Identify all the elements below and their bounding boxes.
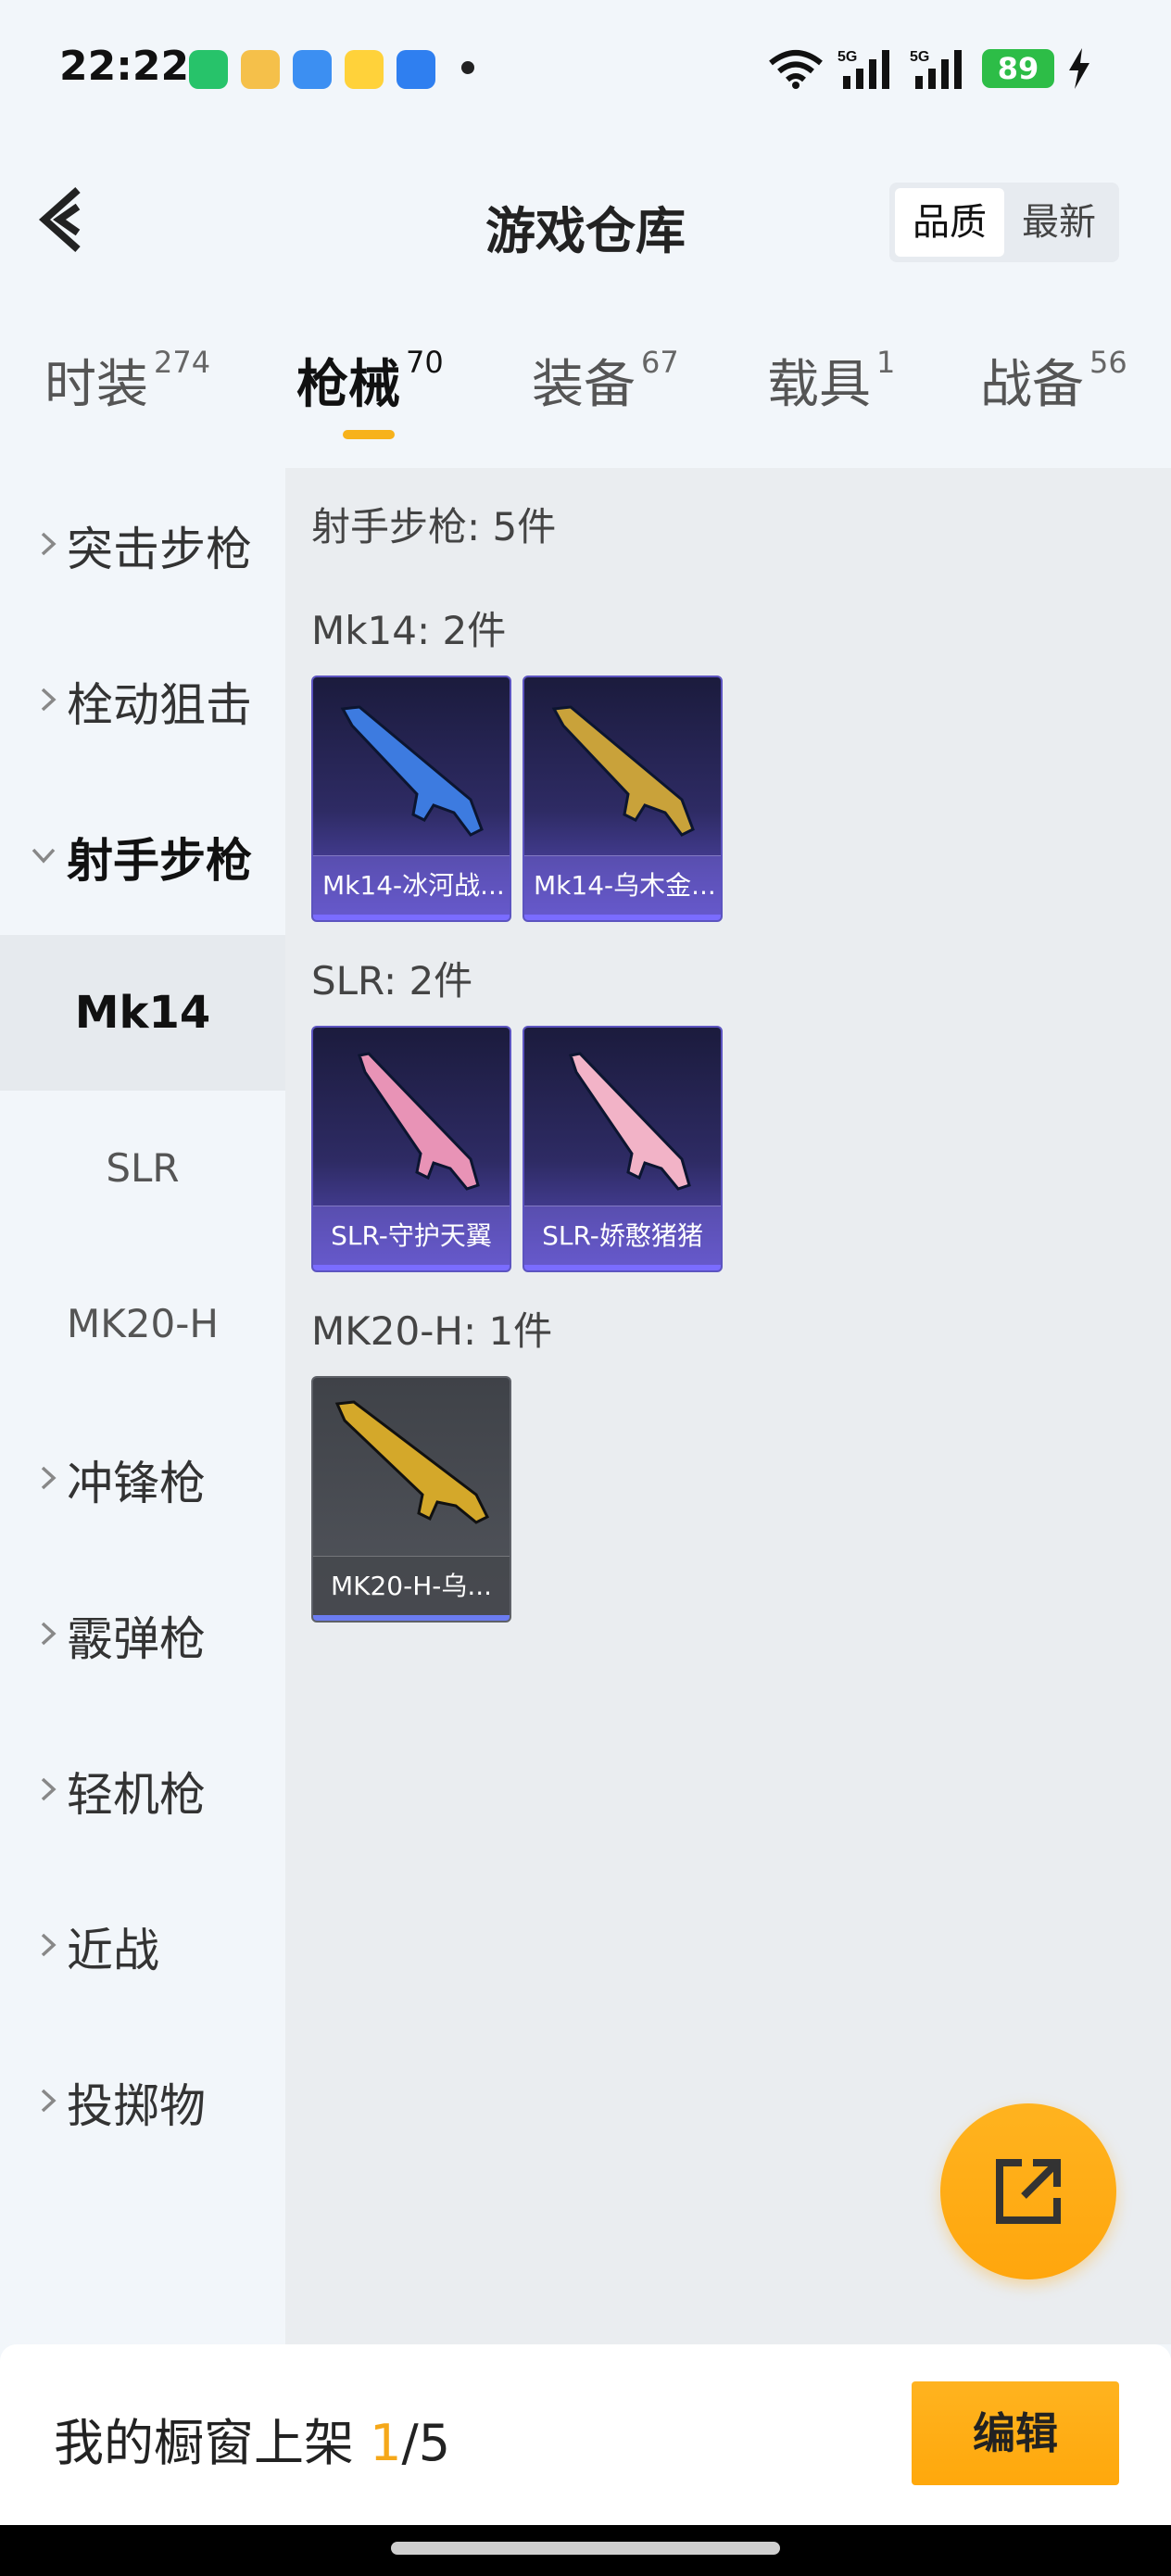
status-app-icons	[189, 50, 435, 89]
tab-count: 1	[876, 345, 896, 380]
battery-app-icon	[189, 50, 228, 89]
weapon-card[interactable]: SLR-守护天翼	[311, 1026, 511, 1272]
active-tab-indicator	[343, 430, 395, 439]
tab-label: 枪械	[296, 355, 400, 415]
tab-equipment[interactable]: 装备 67	[532, 343, 679, 418]
sidebar-item-lmg[interactable]: 轻机枪	[0, 1713, 285, 1869]
sidebar: 突击步枪 栓动狙击 射手步枪 Mk14 SLR MK20-H 冲锋枪 霰弹枪 轻…	[0, 468, 285, 2344]
sidebar-item-label: 霰弹枪	[67, 1612, 206, 1666]
notification-dot	[461, 61, 474, 74]
tab-label: 战备	[980, 355, 1084, 415]
card-title: MK20-H-乌...	[313, 1556, 510, 1615]
sidebar-item-throwables[interactable]: 投掷物	[0, 2025, 285, 2180]
chevron-right-icon	[0, 2087, 67, 2118]
chevron-right-icon	[0, 1464, 67, 1496]
category-summary: 射手步枪: 5件	[311, 504, 557, 549]
sidebar-item-label: 投掷物	[67, 2079, 206, 2133]
market-app-icon	[345, 50, 384, 89]
showcase-label: 我的橱窗上架	[54, 2414, 371, 2472]
item-grid: SLR-守护天翼 SLR-娇憨猪猪	[311, 1026, 723, 1272]
sidebar-item-label: 轻机枪	[67, 1768, 206, 1822]
group-title: MK20-H: 1件	[311, 1308, 553, 1354]
game-app-icon	[241, 50, 280, 89]
sort-latest-button[interactable]: 最新	[1004, 188, 1114, 257]
sidebar-subitem-slr[interactable]: SLR	[0, 1091, 285, 1246]
sidebar-item-assault-rifle[interactable]: 突击步枪	[0, 468, 285, 624]
system-nav-bar	[0, 2525, 1171, 2576]
svg-text:5G: 5G	[910, 49, 929, 65]
weapon-card[interactable]: Mk14-乌木金...	[523, 676, 723, 922]
rifle-icon	[569, 1052, 691, 1191]
status-indicators: 5G 5G 89	[767, 46, 1091, 91]
sidebar-subitem-mk14[interactable]: Mk14	[0, 935, 285, 1091]
share-icon	[996, 2159, 1061, 2224]
chevron-right-icon	[0, 1620, 67, 1651]
rifle-icon	[358, 1052, 480, 1191]
rifle-icon	[340, 705, 484, 837]
weapon-card[interactable]: SLR-娇憨猪猪	[523, 1026, 723, 1272]
share-button[interactable]	[940, 2103, 1116, 2279]
files-icon	[397, 50, 435, 89]
card-title: Mk14-冰河战...	[313, 855, 510, 915]
sidebar-item-label: 射手步枪	[67, 834, 252, 888]
edit-button[interactable]: 编辑	[912, 2381, 1119, 2485]
group-title: SLR: 2件	[311, 958, 473, 1004]
chevron-down-icon	[0, 846, 67, 868]
chevron-right-icon	[0, 530, 67, 562]
sidebar-item-shotgun[interactable]: 霰弹枪	[0, 1558, 285, 1713]
showcase-total: /5	[401, 2414, 451, 2472]
tab-count: 67	[641, 345, 679, 380]
card-title: SLR-娇憨猪猪	[524, 1206, 721, 1265]
showcase-bar: 我的橱窗上架 1/5 编辑	[0, 2344, 1171, 2525]
sidebar-item-melee[interactable]: 近战	[0, 1869, 285, 2025]
sidebar-item-dmr[interactable]: 射手步枪	[0, 779, 285, 935]
category-tabs: 时装 274 枪械 70 装备 67 载具 1 战备 56	[0, 343, 1171, 454]
item-list: 射手步枪: 5件 Mk14: 2件 Mk14-冰河战... Mk14-乌木金..…	[285, 468, 1171, 2344]
card-title: Mk14-乌木金...	[524, 855, 721, 915]
tab-firearms[interactable]: 枪械 70	[296, 343, 444, 418]
sidebar-item-label: 突击步枪	[67, 523, 252, 576]
tab-label: 装备	[532, 355, 636, 415]
sort-toggle: 品质 最新	[889, 183, 1119, 262]
group-title: Mk14: 2件	[311, 608, 507, 653]
rifle-icon	[334, 1400, 490, 1524]
status-bar: 22:22 5G 5G 89	[0, 0, 1171, 139]
rifle-icon	[551, 705, 695, 837]
chevron-right-icon	[0, 686, 67, 717]
item-grid: MK20-H-乌...	[311, 1376, 511, 1623]
sidebar-item-bolt-sniper[interactable]: 栓动狙击	[0, 624, 285, 779]
weapon-card[interactable]: Mk14-冰河战...	[311, 676, 511, 922]
chevron-right-icon	[0, 1931, 67, 1963]
svg-text:5G: 5G	[837, 49, 857, 65]
tab-fashion[interactable]: 时装 274	[44, 343, 210, 418]
sidebar-item-label: 冲锋枪	[67, 1457, 206, 1510]
sidebar-item-label: 近战	[67, 1924, 159, 1977]
tab-count: 56	[1089, 345, 1127, 380]
charging-icon	[1069, 48, 1089, 89]
sidebar-subitem-mk20h[interactable]: MK20-H	[0, 1246, 285, 1402]
weapon-card[interactable]: MK20-H-乌...	[311, 1376, 511, 1623]
showcase-current-count: 1	[370, 2414, 402, 2472]
card-title: SLR-守护天翼	[313, 1206, 510, 1265]
battery-level: 89	[982, 49, 1054, 88]
sort-quality-button[interactable]: 品质	[895, 188, 1004, 257]
item-grid: Mk14-冰河战... Mk14-乌木金...	[311, 676, 723, 922]
tab-label: 载具	[767, 355, 871, 415]
tab-count: 274	[154, 345, 211, 380]
signal-5g-icon: 5G	[910, 49, 962, 89]
tab-supplies[interactable]: 战备 56	[980, 343, 1127, 418]
tab-count: 70	[406, 345, 444, 380]
home-indicator[interactable]	[391, 2542, 780, 2555]
header: 游戏仓库 品质 最新	[0, 162, 1171, 283]
chevron-right-icon	[0, 1775, 67, 1807]
weather-icon	[293, 50, 332, 89]
signal-5g-icon: 5G	[837, 49, 889, 89]
wifi-icon	[769, 50, 823, 89]
status-time: 22:22	[59, 43, 190, 90]
sidebar-item-smg[interactable]: 冲锋枪	[0, 1402, 285, 1558]
tab-vehicles[interactable]: 载具 1	[767, 343, 895, 418]
tab-label: 时装	[44, 355, 148, 415]
sidebar-item-label: 栓动狙击	[67, 678, 252, 732]
showcase-status: 我的橱窗上架 1/5	[54, 2402, 450, 2475]
